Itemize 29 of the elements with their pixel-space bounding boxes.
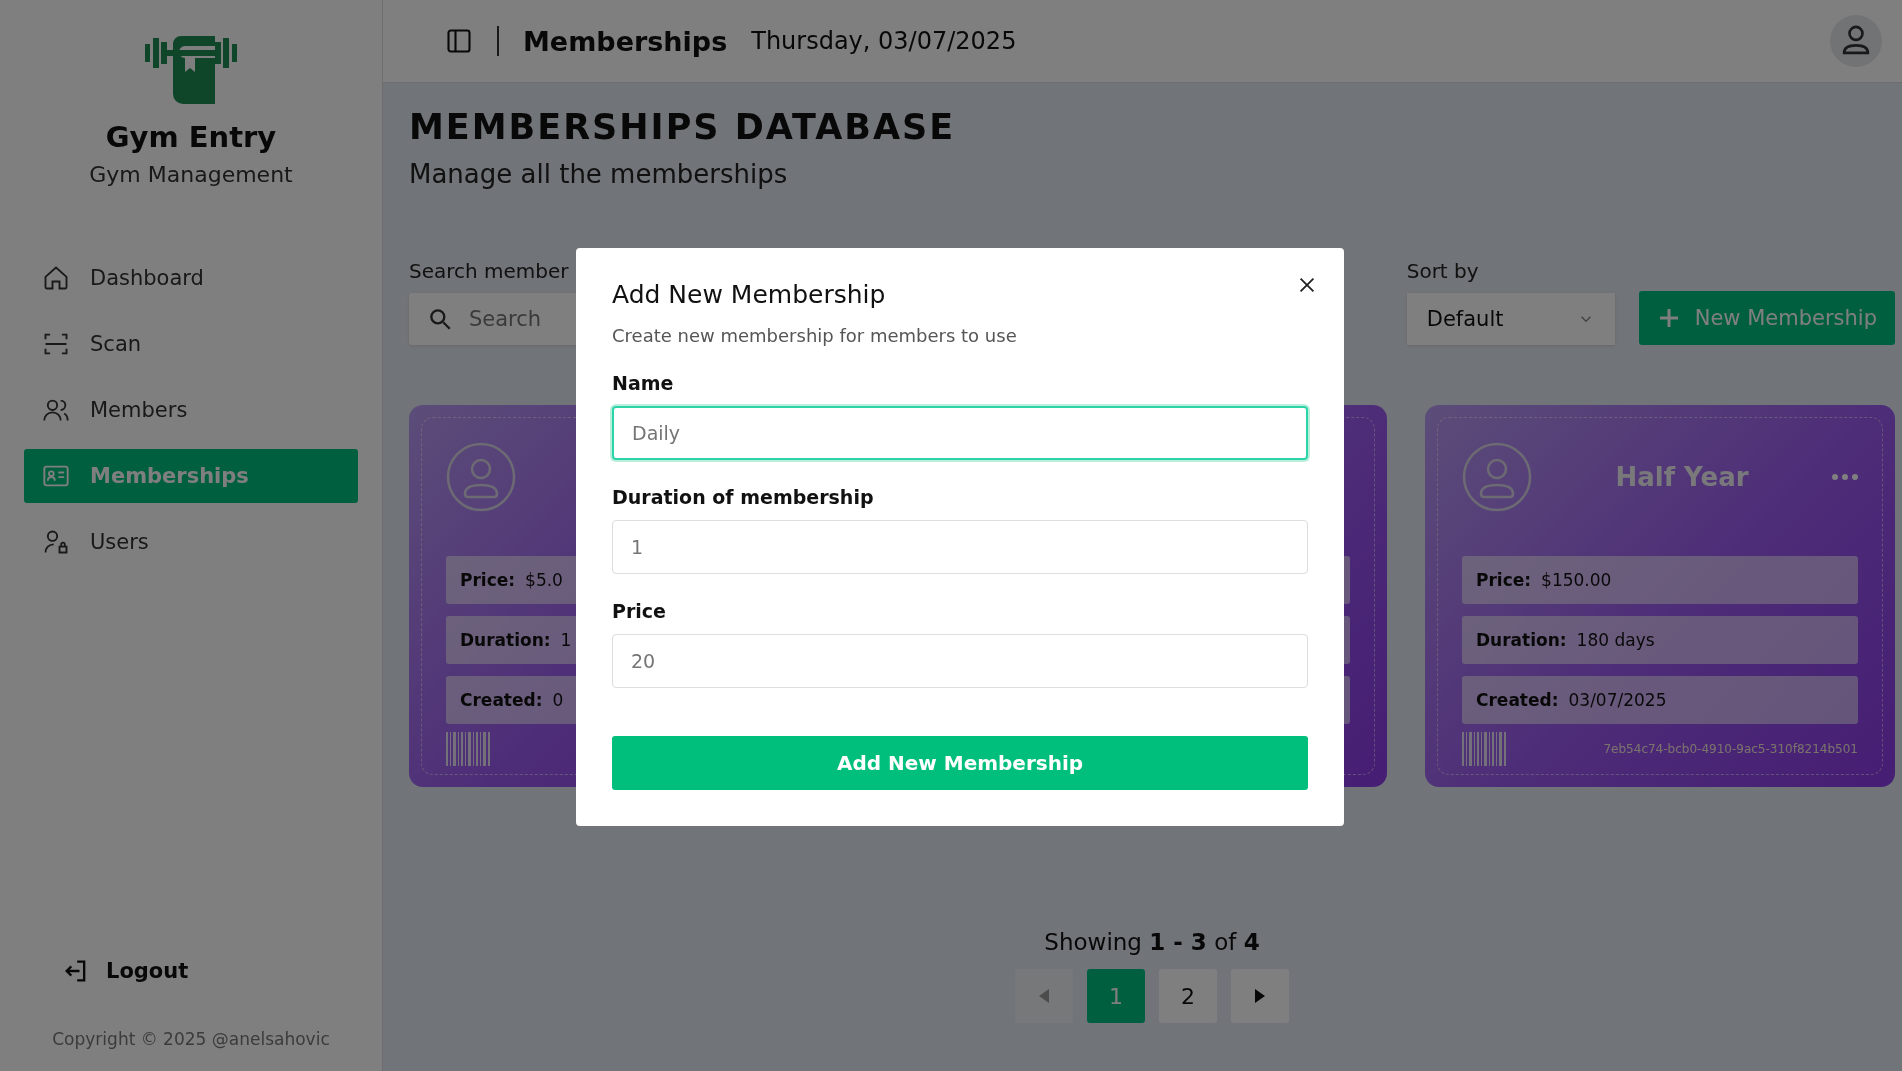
brand-name: Gym Entry [105,120,277,154]
search-label: Search member [409,259,570,283]
field-label: Price: [460,570,516,590]
field-value: 180 days [1576,630,1655,650]
database-heading: MEMBERSHIPS DATABASE [409,107,957,147]
field-label: Duration: [460,630,551,650]
field-label: Price [612,600,667,622]
field-label: Duration of membership [612,486,875,508]
pagination-summary: Showing 1 - 3 of 4 [1044,929,1260,955]
field-label: Name [612,372,675,394]
field-value: 0 [552,690,564,710]
date-text: Thursday, 03/07/2025 [751,27,1017,55]
dialog-description: Create new membership for members to use [612,325,1018,346]
field-label: Created: [1476,690,1559,710]
field-label: Created: [460,690,543,710]
field-label: Price: [1476,570,1532,590]
membership-name: Half Year [1615,462,1749,492]
field-label: Duration: [1476,630,1567,650]
page-title: Memberships [523,25,728,57]
field-value: 1 [560,630,572,650]
brand-subtitle: Gym Management [89,162,293,187]
database-subtitle: Manage all the memberships [409,159,789,189]
dialog-title: Add New Membership [612,280,887,309]
field-value: $150.00 [1541,570,1612,590]
sort-label: Sort by [1406,259,1480,283]
copyright-text: Copyright © 2025 @anelsahovic [51,1029,331,1049]
membership-id: 7eb54c74-bcb0-4910-9ac5-310f8214b501 [1603,742,1858,756]
field-value: $5.0 [525,570,563,590]
field-value: 03/07/2025 [1568,690,1667,710]
